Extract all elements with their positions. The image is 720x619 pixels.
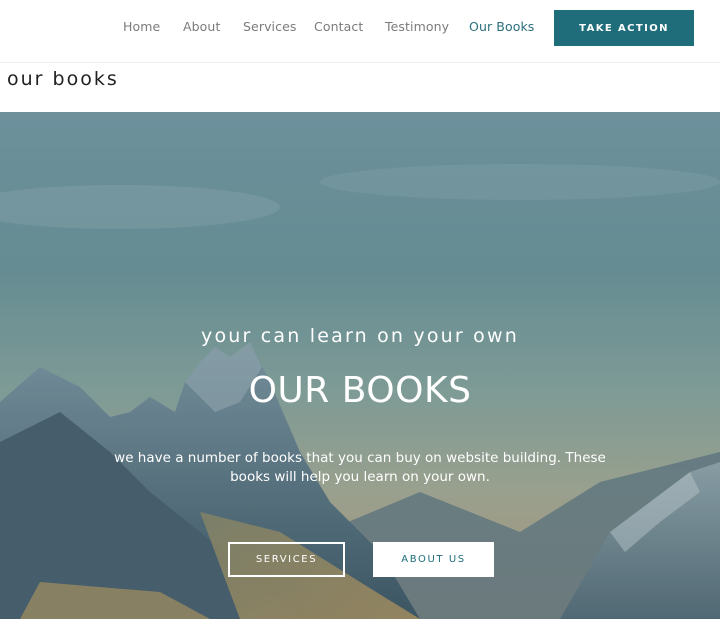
nav-services-link[interactable]: Services bbox=[243, 19, 297, 34]
nav-home-link[interactable]: Home bbox=[123, 19, 160, 34]
about-us-button[interactable]: ABOUT US bbox=[373, 542, 494, 577]
nav-about-link[interactable]: About bbox=[183, 19, 220, 34]
hero-title: OUR BOOKS bbox=[248, 370, 472, 411]
nav-contact-link[interactable]: Contact bbox=[314, 19, 363, 34]
hero-section: your can learn on your own OUR BOOKS we … bbox=[0, 112, 720, 619]
nav-testimony-link[interactable]: Testimony bbox=[385, 19, 449, 34]
hero-overlay bbox=[0, 112, 720, 619]
nav-our-books-link[interactable]: Our Books bbox=[469, 19, 534, 34]
services-button[interactable]: SERVICES bbox=[228, 542, 345, 577]
site-header: Home About Services Contact Testimony Ou… bbox=[0, 0, 720, 63]
hero-subtitle: your can learn on your own bbox=[201, 325, 519, 347]
take-action-button[interactable]: TAKE ACTION bbox=[554, 10, 694, 46]
page-title: our books bbox=[7, 68, 119, 90]
hero-description: we have a number of books that you can b… bbox=[114, 450, 606, 485]
